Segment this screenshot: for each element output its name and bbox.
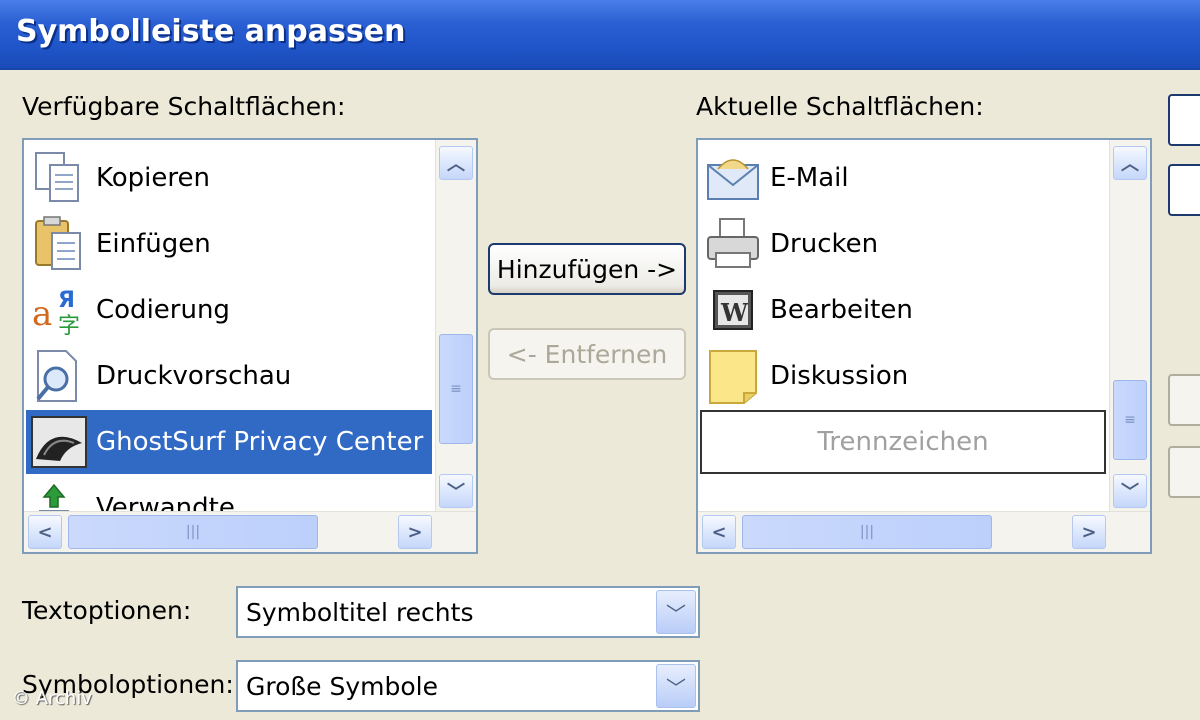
available-buttons-label: Verfügbare Schaltflächen: [22,92,346,121]
list-item-label: GhostSurf Privacy Center [96,427,424,457]
title-bar[interactable]: Symbolleiste anpassen [0,0,1200,70]
discussion-icon [704,347,762,405]
list-item-drucken[interactable]: Drucken [700,212,1110,276]
icon-options-value: Große Symbole [246,672,438,701]
scroll-left-icon[interactable]: < [702,515,736,549]
move-down-button[interactable] [1168,446,1200,498]
list-item-label: Druckvorschau [96,361,292,391]
list-item-bearbeiten[interactable]: W Bearbeiten [700,278,1110,342]
available-buttons-list[interactable]: Kopieren Einfügen aЯ字 Codierung Druckvor… [22,138,478,554]
word-edit-icon: W [704,281,762,339]
text-options-select[interactable]: Symboltitel rechts ﹀ [236,586,700,638]
text-options-value: Symboltitel rechts [246,598,474,627]
svg-text:Я: Я [58,288,75,313]
horizontal-scrollbar[interactable]: < ||| > [698,511,1150,552]
scroll-thumb[interactable]: ≡ [439,334,473,444]
list-item-label: Einfügen [96,229,211,259]
svg-text:a: a [32,294,52,334]
list-item-label: Kopieren [96,163,210,193]
list-item-codierung[interactable]: aЯ字 Codierung [26,278,436,342]
copy-icon [30,149,88,207]
scroll-down-icon[interactable]: ﹀ [1113,474,1147,508]
svg-text:字: 字 [58,314,80,339]
icon-options-select[interactable]: Große Symbole ﹀ [236,660,700,712]
reset-button[interactable] [1168,164,1200,216]
remove-button[interactable]: <- Entfernen [488,328,686,380]
list-item-label: Codierung [96,295,230,325]
add-button[interactable]: Hinzufügen -> [488,243,686,295]
list-item-druckvorschau[interactable]: Druckvorschau [26,344,436,408]
scroll-up-icon[interactable]: ︿ [1113,146,1147,180]
current-buttons-list[interactable]: E-Mail Drucken W Bearbeiten Diskussion T… [696,138,1152,554]
list-item-ghostsurf[interactable]: GhostSurf Privacy Center [26,410,432,474]
list-item-label: Drucken [770,229,879,259]
scroll-left-icon[interactable]: < [28,515,62,549]
chevron-down-icon[interactable]: ﹀ [656,664,696,708]
vertical-scrollbar[interactable]: ︿ ≡ ﹀ [1109,140,1150,512]
svg-text:W: W [720,298,749,327]
ghostsurf-icon [30,413,88,471]
list-item-trennzeichen[interactable]: Trennzeichen [700,410,1106,474]
watermark: © Archiv [12,688,92,709]
move-up-button[interactable] [1168,374,1200,426]
list-item-kopieren[interactable]: Kopieren [26,146,436,210]
scroll-thumb[interactable]: ||| [68,515,318,549]
horizontal-scrollbar[interactable]: < ||| > [24,511,476,552]
list-item-email[interactable]: E-Mail [700,146,1110,210]
printer-icon [704,215,762,273]
vertical-scrollbar[interactable]: ︿ ≡ ﹀ [435,140,476,512]
list-item-label: Diskussion [770,361,909,391]
chevron-down-icon[interactable]: ﹀ [656,590,696,634]
list-item-einfuegen[interactable]: Einfügen [26,212,436,276]
current-buttons-label: Aktuelle Schaltflächen: [696,92,984,121]
paste-icon [30,215,88,273]
scroll-up-icon[interactable]: ︿ [439,146,473,180]
window-title: Symbolleiste anpassen [16,14,406,49]
scroll-right-icon[interactable]: > [398,515,432,549]
scroll-thumb[interactable]: ≡ [1113,380,1147,460]
list-item-label: E-Mail [770,163,849,193]
text-options-label: Textoptionen: [22,596,192,625]
mail-icon [704,149,762,207]
scroll-down-icon[interactable]: ﹀ [439,474,473,508]
scroll-thumb[interactable]: ||| [742,515,992,549]
close-button[interactable] [1168,94,1200,146]
encoding-icon: aЯ字 [30,281,88,339]
print-preview-icon [30,347,88,405]
list-item-diskussion[interactable]: Diskussion [700,344,1110,408]
scroll-right-icon[interactable]: > [1072,515,1106,549]
separator-label: Trennzeichen [817,427,989,457]
list-item-label: Bearbeiten [770,295,913,325]
